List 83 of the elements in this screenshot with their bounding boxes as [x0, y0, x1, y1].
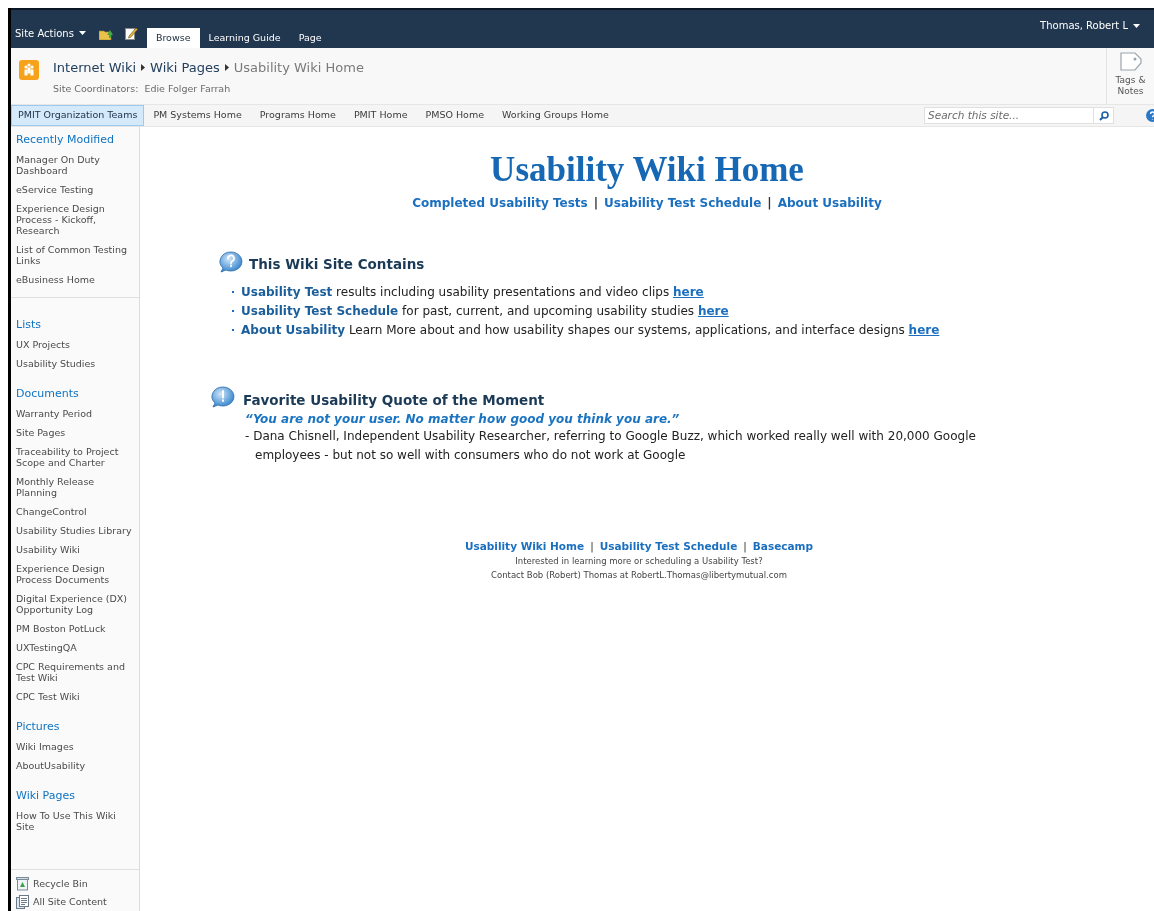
sidebar-heading[interactable]: Documents	[11, 387, 139, 401]
quote-attribution: - Dana Chisnell, Independent Usability Researcher, referring to Google Buzz, which worked really well with 20,000 Google employees - but not so well with consumers who do not work at Google	[245, 427, 977, 464]
sidebar-footer-link[interactable]: Recycle Bin	[11, 876, 139, 891]
top-nav-link[interactable]: Programs Home	[250, 105, 345, 126]
folder-arrow-icon[interactable]	[98, 28, 113, 40]
sidebar-item[interactable]: Traceability to Project Scope and Charter	[11, 442, 139, 472]
coordinators-label: Site Coordinators:	[53, 81, 139, 96]
coordinator-link[interactable]: Edie Folger Farrah	[144, 81, 231, 96]
site-actions-menu[interactable]: Site Actions	[14, 18, 87, 48]
quote-text: “You are not your user. No matter how good you think you are.”	[244, 410, 681, 427]
sidebar-item[interactable]: PM Boston PotLuck	[11, 619, 139, 638]
sidebar-heading[interactable]: Pictures	[11, 720, 139, 734]
sidebar-footer-link[interactable]: All Site Content	[11, 894, 139, 909]
sidebar-heading[interactable]: Recently Modified	[11, 133, 139, 147]
sidebar-item[interactable]: Manager On Duty Dashboard	[11, 150, 139, 180]
here-link[interactable]: here	[697, 304, 729, 319]
sidebar-item[interactable]: Usability Studies Library	[11, 521, 139, 540]
footer-text: Interested in learning more or scheduling a Usability Test?	[515, 555, 763, 569]
sidebar-item[interactable]: How To Use This Wiki Site	[11, 806, 139, 836]
sidebar-item[interactable]: Experience Design Process - Kickoff, Research	[11, 199, 139, 240]
sidebar-item[interactable]: Digital Experience (DX) Opportunity Log	[11, 589, 139, 619]
page-heading: Usability Wiki Home	[490, 151, 804, 189]
search-button[interactable]	[1094, 107, 1114, 124]
sidebar-item[interactable]: AboutUsability	[11, 756, 139, 775]
footer-link[interactable]: Usability Wiki Home	[464, 538, 585, 555]
caret-icon	[1133, 23, 1140, 28]
sidebar-item[interactable]: UXTestingQA	[11, 638, 139, 657]
sidebar-item[interactable]: eBusiness Home	[11, 270, 139, 289]
top-nav-link[interactable]: PMIT Home	[344, 105, 417, 126]
separator: |	[593, 195, 599, 212]
search-field[interactable]: Search this site...	[924, 107, 1094, 124]
top-nav-link[interactable]: Working Groups Home	[493, 105, 618, 126]
sidebar-item[interactable]: Warranty Period	[11, 404, 139, 423]
footer-link[interactable]: Usability Test Schedule	[599, 538, 738, 555]
exclamation-bubble-icon	[211, 386, 235, 409]
bullet-text: About Usability Learn More about and how usability shapes our systems, applications, and interface designs here	[241, 322, 940, 339]
bullet-text: Usability Test Schedule for past, current, and upcoming usability studies here	[241, 303, 729, 320]
recycle-bin-icon	[16, 876, 29, 891]
footer-link[interactable]: Basecamp	[752, 538, 814, 555]
sidebar-item[interactable]: eService Testing	[11, 180, 139, 199]
top-nav-link[interactable]: PMIT Organization Teams	[11, 105, 145, 126]
sidebar-item[interactable]: Wiki Images	[11, 737, 139, 756]
page-link[interactable]: About Usability	[777, 194, 882, 212]
top-nav-link[interactable]: PMSO Home	[416, 105, 493, 126]
breadcrumb-link[interactable]: Wiki Pages	[150, 58, 220, 78]
ribbon-tab[interactable]: Browse	[146, 28, 200, 48]
section-heading: This Wiki Site Contains	[249, 255, 425, 274]
sidebar-item[interactable]: Usability Studies	[11, 354, 139, 373]
here-link[interactable]: here	[908, 323, 940, 338]
sidebar-heading[interactable]: Wiki Pages	[11, 789, 139, 803]
sidebar-item[interactable]: ChangeControl	[11, 502, 139, 521]
breadcrumb-arrow-icon	[141, 64, 146, 72]
separator: |	[590, 538, 594, 555]
sidebar-item[interactable]: Experience Design Process Documents	[11, 559, 139, 589]
user-menu[interactable]: Thomas, Robert L	[1040, 18, 1140, 33]
sidebar-item[interactable]: CPC Test Wiki	[11, 687, 139, 706]
breadcrumb-link[interactable]: Internet Wiki	[53, 58, 137, 78]
sidebar-item[interactable]: Usability Wiki	[11, 540, 139, 559]
top-nav-link[interactable]: PM Systems Home	[144, 105, 251, 126]
ribbon-tab[interactable]: Page	[289, 28, 331, 48]
sidebar-item[interactable]: CPC Requirements and Test Wiki	[11, 657, 139, 687]
breadcrumb-arrow-icon	[224, 64, 229, 72]
here-link[interactable]: here	[673, 285, 704, 300]
sidebar-item[interactable]: List of Common Testing Links	[11, 240, 139, 270]
sidebar-item[interactable]: Monthly Release Planning	[11, 472, 139, 502]
search-icon	[1098, 110, 1109, 121]
site-logo-icon	[19, 60, 39, 80]
sidebar-item[interactable]: Site Pages	[11, 423, 139, 442]
separator: |	[743, 538, 747, 555]
question-bubble-icon	[219, 251, 243, 274]
ribbon-tab[interactable]: Learning Guide	[199, 28, 290, 48]
page-link[interactable]: Completed Usability Tests	[412, 194, 588, 212]
separator: |	[767, 195, 772, 212]
bullet-text: Usability Test results including usability presentations and video clips here	[241, 284, 704, 301]
section-heading: Favorite Usability Quote of the Moment	[243, 391, 545, 411]
footer-text: Contact Bob (Robert) Thomas at RobertL.Thomas@libertymutual.com	[491, 569, 787, 583]
page-link[interactable]: Usability Test Schedule	[604, 194, 762, 212]
page-title: Usability Wiki Home	[233, 59, 364, 77]
tag-icon	[1118, 51, 1143, 73]
caret-icon	[78, 31, 86, 35]
sidebar-item[interactable]: UX Projects	[11, 335, 139, 354]
sidebar-heading[interactable]: Lists	[11, 318, 139, 332]
edit-page-icon[interactable]	[124, 27, 138, 40]
